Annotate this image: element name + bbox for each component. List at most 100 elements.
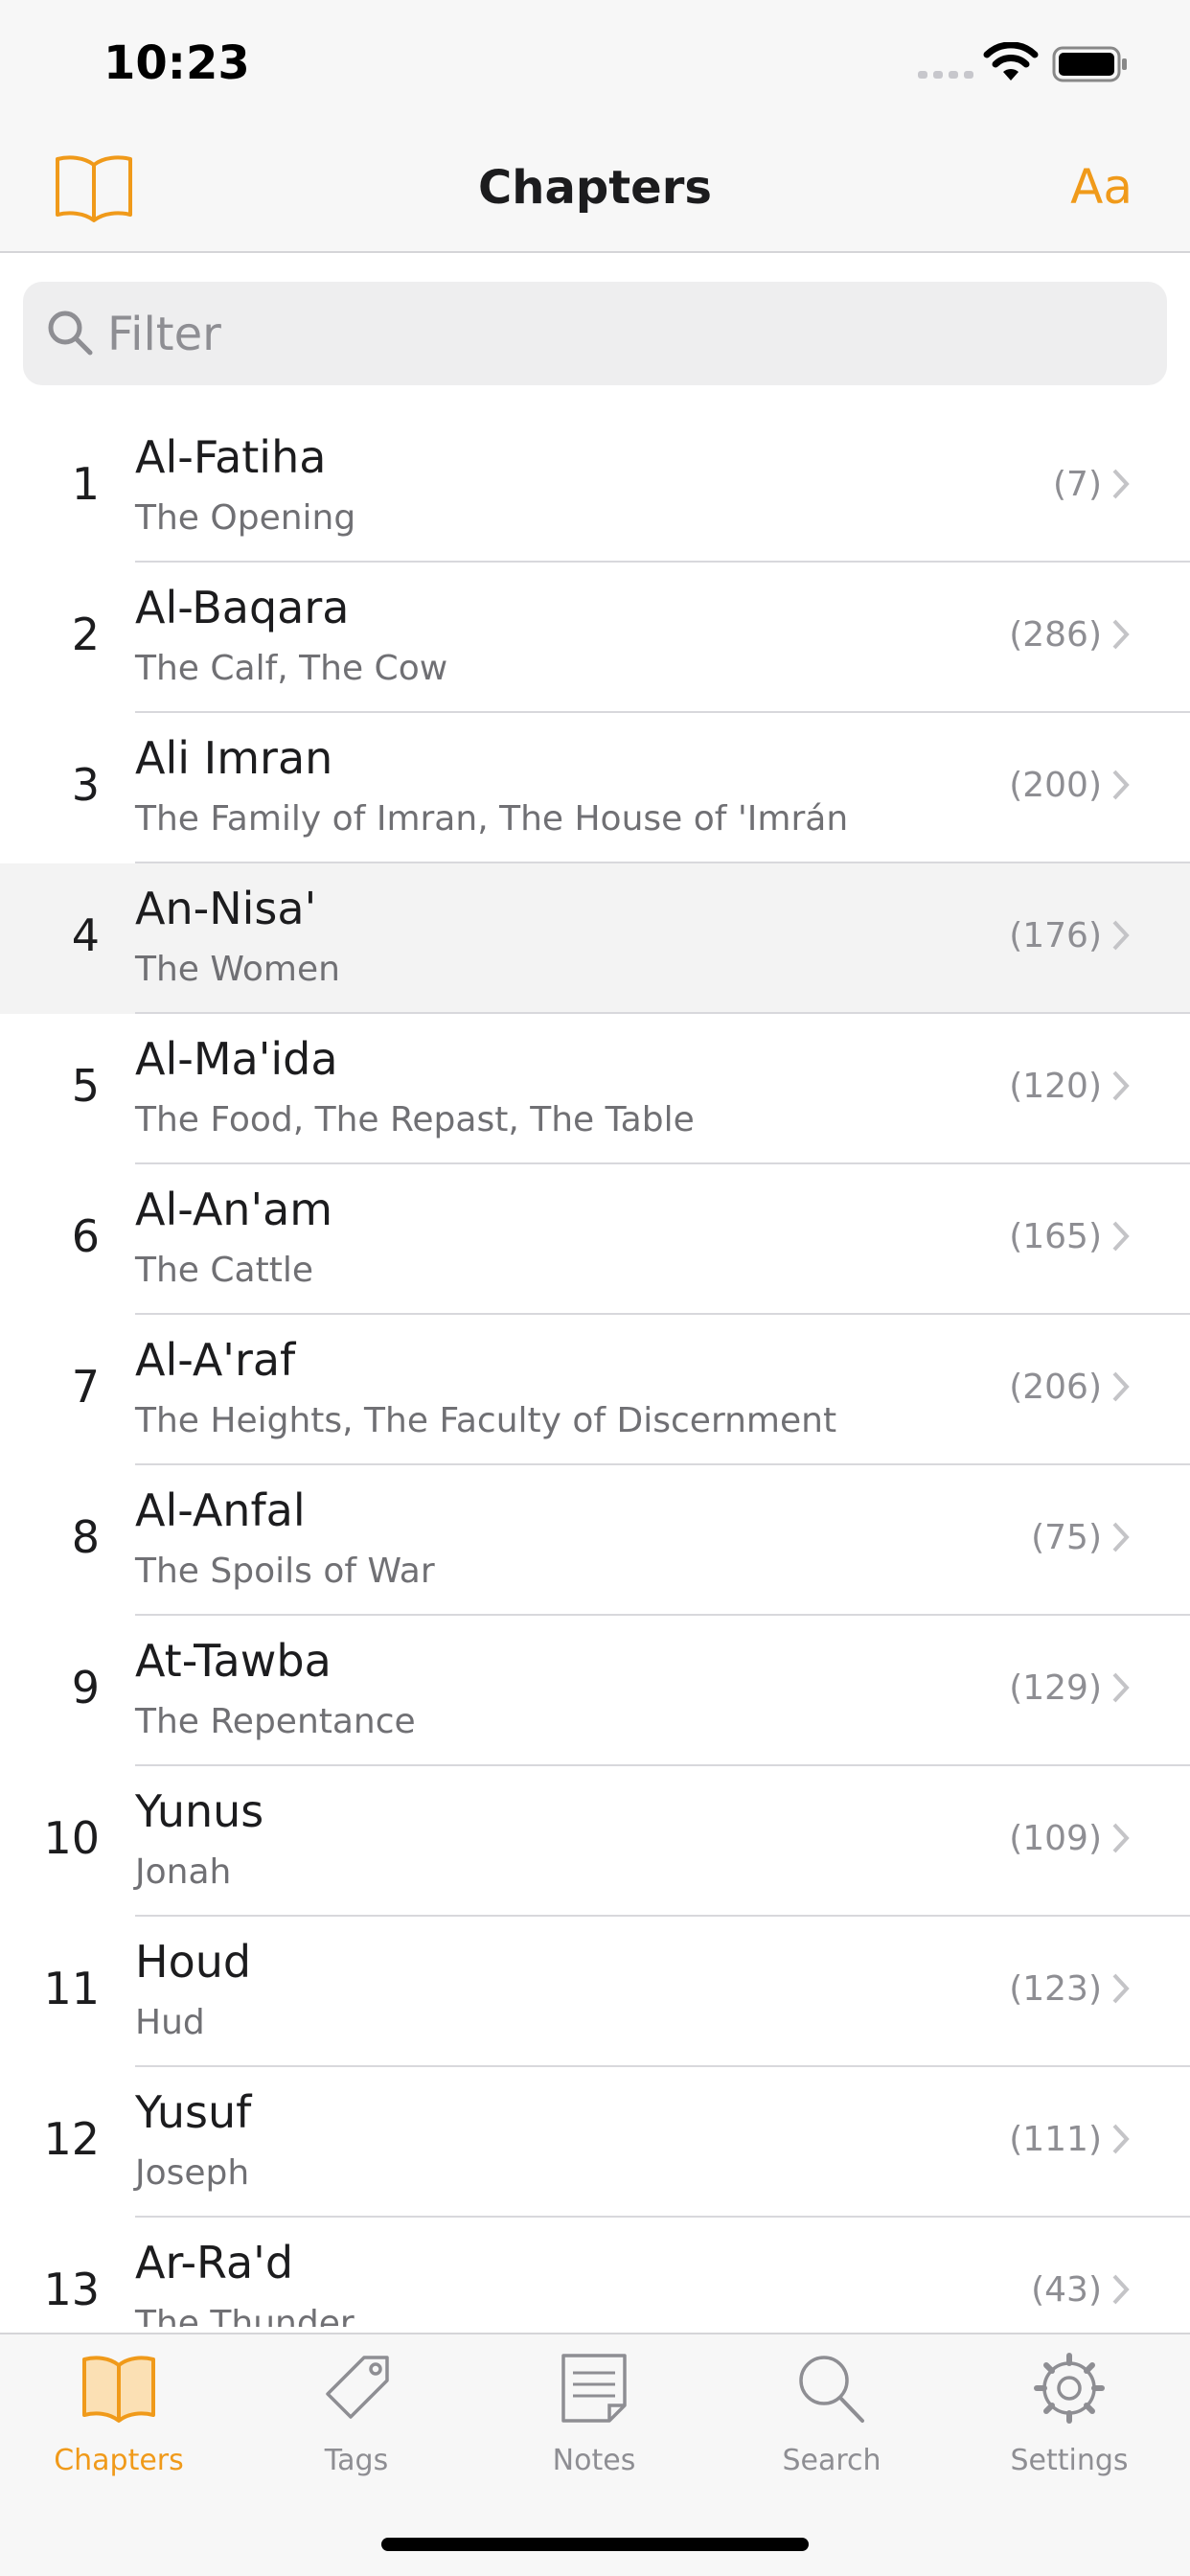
chapter-row[interactable]: 13 Ar-Ra'd The Thunder (43) [0, 2218, 1190, 2327]
chapter-row[interactable]: 12 Yusuf Joseph (111) [0, 2067, 1190, 2218]
chevron-right-icon [1112, 1672, 1130, 1703]
verse-count: (200) [1009, 766, 1102, 805]
chapter-translation: The Cattle [135, 1251, 313, 1290]
chapter-name: An-Nisa' [135, 883, 317, 934]
chapter-number: 9 [71, 1662, 100, 1714]
chapter-number: 11 [43, 1963, 100, 2014]
chapter-translation: Hud [135, 2003, 205, 2042]
tab-settings[interactable]: Settings [950, 2352, 1188, 2515]
chapter-name: Al-Ma'ida [135, 1033, 338, 1085]
verse-count: (165) [1009, 1217, 1102, 1256]
chapter-name: Al-An'am [135, 1184, 333, 1235]
chapter-translation: Joseph [135, 2153, 250, 2193]
chapter-translation: The Thunder [135, 2304, 355, 2327]
tab-notes[interactable]: Notes [475, 2352, 713, 2515]
chapter-row[interactable]: 3 Ali Imran The Family of Imran, The Hou… [0, 713, 1190, 863]
tab-tags[interactable]: Tags [238, 2352, 475, 2515]
tab-label: Tags [324, 2444, 389, 2477]
chapter-number: 13 [43, 2264, 100, 2315]
chapter-number: 2 [71, 609, 100, 660]
chapter-row-selected[interactable]: 4 An-Nisa' The Women (176) [0, 863, 1190, 1014]
chevron-right-icon [1112, 619, 1130, 650]
home-indicator[interactable] [381, 2538, 809, 2551]
chapter-translation: The Spoils of War [135, 1552, 435, 1591]
tab-label: Chapters [54, 2444, 184, 2477]
tab-search[interactable]: Search [713, 2352, 950, 2515]
book-icon [82, 2356, 155, 2423]
verse-count: (7) [1053, 465, 1102, 504]
chapter-number: 6 [71, 1210, 100, 1262]
chevron-right-icon [1112, 469, 1130, 499]
verse-count: (43) [1031, 2270, 1102, 2310]
chapter-translation: The Women [135, 950, 340, 989]
tab-label: Search [782, 2444, 881, 2477]
chevron-right-icon [1112, 1823, 1130, 1853]
battery-icon [1052, 46, 1127, 82]
wifi-icon [983, 42, 1039, 80]
tab-chapters[interactable]: Chapters [0, 2352, 238, 2515]
page-title: Chapters [478, 161, 712, 215]
chapter-translation: The Food, The Repast, The Table [135, 1100, 695, 1139]
magnifier-icon [48, 310, 93, 356]
chapter-row[interactable]: 9 At-Tawba The Repentance (129) [0, 1616, 1190, 1766]
chapter-number: 7 [71, 1361, 100, 1413]
gear-icon [1034, 2353, 1105, 2424]
verse-count: (111) [1009, 2120, 1102, 2159]
chapter-row[interactable]: 2 Al-Baqara The Calf, The Cow (286) [0, 563, 1190, 713]
chapter-name: Al-Anfal [135, 1484, 306, 1536]
verse-count: (286) [1009, 615, 1102, 655]
search-bar [0, 253, 1190, 406]
verse-count: (75) [1031, 1518, 1102, 1557]
chapter-number: 10 [43, 1812, 100, 1864]
verse-count: (123) [1009, 1969, 1102, 2009]
chapter-number: 8 [71, 1511, 100, 1563]
chapter-name: Al-Baqara [135, 582, 350, 633]
tab-label: Settings [1010, 2444, 1129, 2477]
cellular-signal-icon [918, 71, 973, 79]
font-settings-button[interactable]: Aa [1070, 159, 1133, 215]
verse-count: (176) [1009, 916, 1102, 955]
chapter-row[interactable]: 11 Houd Hud (123) [0, 1917, 1190, 2067]
verse-count: (129) [1009, 1668, 1102, 1708]
chevron-right-icon [1112, 1371, 1130, 1402]
chapter-row[interactable]: 7 Al-A'raf The Heights, The Faculty of D… [0, 1315, 1190, 1465]
chapter-number: 4 [71, 909, 100, 961]
status-bar: 10:23 [0, 0, 1190, 126]
chapter-name: Al-A'raf [135, 1334, 296, 1386]
chevron-right-icon [1112, 2274, 1130, 2305]
chapter-row[interactable]: 10 Yunus Jonah (109) [0, 1766, 1190, 1917]
chapter-translation: The Family of Imran, The House of 'Imrán [135, 799, 849, 839]
chapter-number: 1 [71, 458, 100, 510]
chapter-row[interactable]: 1 Al-Fatiha The Opening (7) [0, 412, 1190, 563]
chevron-right-icon [1112, 920, 1130, 951]
chevron-right-icon [1112, 1973, 1130, 2004]
search-icon [799, 2356, 864, 2423]
chapter-name: Al-Fatiha [135, 431, 327, 483]
chapter-name: Yusuf [135, 2086, 252, 2138]
chevron-right-icon [1112, 1221, 1130, 1252]
chapter-name: Yunus [135, 1785, 264, 1837]
chapter-name: Ali Imran [135, 732, 333, 784]
chapter-row[interactable]: 6 Al-An'am The Cattle (165) [0, 1164, 1190, 1315]
chapter-translation: The Calf, The Cow [135, 649, 448, 688]
chapter-name: At-Tawba [135, 1635, 332, 1687]
chapter-row[interactable]: 8 Al-Anfal The Spoils of War (75) [0, 1465, 1190, 1616]
chapter-number: 12 [43, 2113, 100, 2165]
chapter-name: Ar-Ra'd [135, 2237, 294, 2288]
chapter-row[interactable]: 5 Al-Ma'ida The Food, The Repast, The Ta… [0, 1014, 1190, 1164]
filter-input[interactable] [105, 303, 1144, 366]
verse-count: (206) [1009, 1368, 1102, 1407]
filter-field[interactable] [23, 282, 1167, 385]
tag-icon [326, 2356, 389, 2419]
notes-icon [561, 2354, 627, 2423]
verse-count: (109) [1009, 1819, 1102, 1858]
chapter-list: 1 Al-Fatiha The Opening (7) 2 Al-Baqara … [0, 412, 1190, 2327]
chapter-number: 5 [71, 1060, 100, 1112]
chapter-translation: Jonah [135, 1852, 232, 1892]
status-time: 10:23 [103, 36, 250, 90]
navigation-bar: Chapters Aa [0, 126, 1190, 253]
chapter-translation: The Repentance [135, 1702, 416, 1741]
chevron-right-icon [1112, 2124, 1130, 2154]
chevron-right-icon [1112, 770, 1130, 800]
chapter-translation: The Heights, The Faculty of Discernment [135, 1401, 837, 1440]
